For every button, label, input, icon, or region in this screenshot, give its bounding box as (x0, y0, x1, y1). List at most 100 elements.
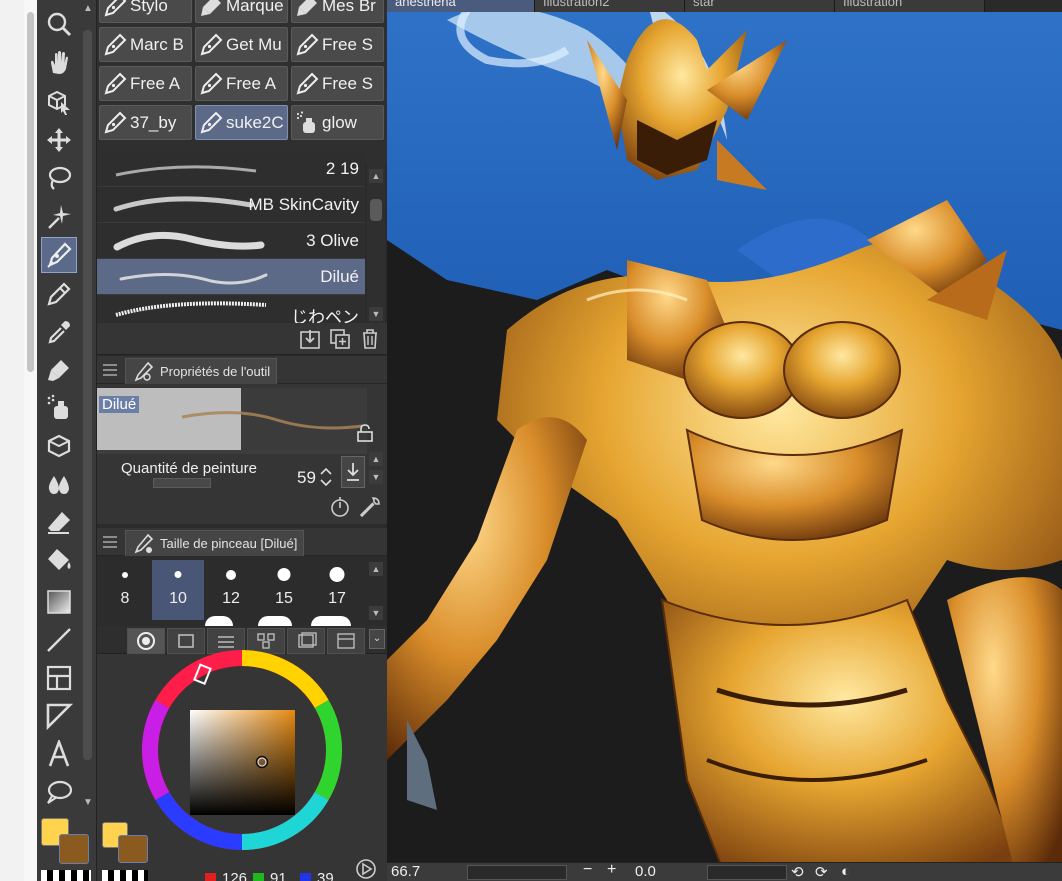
hand-icon[interactable] (41, 45, 77, 81)
drops-icon[interactable] (41, 466, 77, 502)
panel-transparent-swatch[interactable] (102, 870, 148, 881)
doc-tab-anesthena[interactable]: anesthena (387, 0, 535, 12)
red-value[interactable]: 126 (205, 870, 247, 881)
scroll-down-icon[interactable]: ▼ (369, 470, 383, 484)
zoom-slider[interactable] (467, 865, 567, 880)
brush-size-10[interactable]: 10 (152, 560, 204, 620)
pen-nib-icon[interactable] (41, 237, 77, 273)
subtool-button[interactable]: Free A (99, 66, 192, 101)
sub-tool-detail-icon[interactable] (329, 496, 351, 518)
artwork-canvas[interactable] (387, 0, 1062, 881)
brush-icon[interactable] (41, 352, 77, 388)
rotation-value[interactable]: 0.0 (635, 863, 656, 880)
panel-menu-icon[interactable] (103, 536, 117, 548)
rotate-left-icon[interactable]: ⟲ (791, 863, 804, 881)
zoom-out-icon[interactable]: − (583, 861, 592, 879)
scroll-up-icon[interactable]: ▲ (369, 562, 383, 576)
tool-palette-scroll-thumb[interactable] (83, 30, 92, 760)
sparkle-icon[interactable] (41, 198, 77, 234)
scroll-up-icon[interactable]: ▲ (369, 452, 383, 466)
tab-brush-size[interactable]: Taille de pinceau [Dilué] (125, 530, 305, 556)
bucket-icon[interactable] (41, 542, 77, 578)
eyedropper-icon[interactable] (41, 314, 77, 350)
rotate-right-icon[interactable]: ⟳ (815, 863, 828, 881)
brush-list-scroll-thumb[interactable] (370, 199, 382, 221)
brush-size-8[interactable]: 8 (99, 560, 151, 620)
box-icon[interactable] (41, 428, 77, 464)
brush-size-17[interactable]: 17 (311, 560, 363, 620)
doc-tab-star[interactable]: star (685, 0, 835, 12)
flip-icon[interactable]: ◐ (841, 863, 850, 880)
tab-tool-properties[interactable]: Propriétés de l'outil (125, 358, 278, 384)
tool-palette-scrollbar[interactable]: ▲ ▼ (81, 0, 95, 820)
outer-scrollbar[interactable] (24, 0, 37, 881)
subtool-button[interactable]: Mes Br (291, 0, 384, 23)
outer-scrollbar-thumb[interactable] (27, 12, 34, 372)
subtool-button[interactable]: Stylo (99, 0, 192, 23)
play-circle-icon[interactable] (355, 858, 377, 880)
brush-size-scrollbar[interactable]: ▲ ▼ (367, 560, 385, 622)
airbrush-icon[interactable] (41, 390, 77, 426)
doc-tab-illustration2[interactable]: Illustration2 (535, 0, 685, 12)
canvas-area[interactable]: anesthena Illustration2 star Illustratio… (387, 0, 1062, 881)
pencil-icon[interactable] (41, 276, 77, 312)
subtool-button[interactable]: Get Mu (195, 27, 288, 62)
brush-row-mb-skincavity[interactable]: MB SkinCavity (97, 187, 365, 223)
magnifier-icon[interactable] (41, 6, 77, 42)
scroll-up-icon[interactable]: ▲ (81, 2, 95, 16)
rotation-slider[interactable] (707, 865, 787, 880)
zoom-in-icon[interactable]: + (607, 861, 616, 879)
subtool-button[interactable]: Free A (195, 66, 288, 101)
scroll-down-icon[interactable]: ▼ (369, 606, 383, 620)
sub-color-swatch[interactable] (59, 834, 89, 864)
subtool-button[interactable]: Marque (195, 0, 288, 23)
frame-icon[interactable] (41, 660, 77, 696)
brush-size-15[interactable]: 15 (258, 560, 310, 620)
speech-balloon-icon[interactable] (41, 774, 77, 810)
brush-row-3-olive[interactable]: 3 Olive (97, 223, 365, 259)
transparent-color-swatch[interactable] (41, 870, 91, 881)
brush-row-dilue[interactable]: Dilué (97, 259, 365, 295)
lock-icon[interactable] (355, 424, 375, 442)
subtool-button[interactable]: 37_by (99, 105, 192, 140)
panel-menu-icon[interactable] (103, 364, 117, 376)
store-download-button[interactable] (341, 456, 365, 488)
props-scrollbar[interactable]: ▲ ▼ (367, 450, 385, 488)
blue-value[interactable]: 39 (300, 870, 334, 881)
subtool-button[interactable]: suke2C (195, 105, 288, 140)
subtool-button[interactable]: Free S (291, 66, 384, 101)
pen-nib-icon (196, 108, 226, 138)
subtool-label: Mes Br (322, 0, 376, 15)
zoom-value[interactable]: 66.7 (391, 863, 420, 880)
subtool-button[interactable]: Marc B (99, 27, 192, 62)
import-icon[interactable] (299, 328, 321, 350)
ruler-icon[interactable] (41, 698, 77, 734)
trash-icon[interactable] (359, 328, 381, 350)
gradient-icon[interactable] (41, 584, 77, 620)
move-arrows-icon[interactable] (41, 122, 77, 158)
duplicate-icon[interactable] (329, 328, 351, 350)
green-value[interactable]: 91 (253, 870, 287, 881)
eraser-icon[interactable] (41, 504, 77, 540)
paint-amount-slider[interactable] (153, 478, 211, 488)
panel-sub-color-swatch[interactable] (118, 835, 148, 863)
lasso-icon[interactable] (41, 160, 77, 196)
paint-amount-value[interactable]: 59 (297, 468, 316, 488)
doc-tab-illustration[interactable]: Illustration (835, 0, 985, 12)
scroll-up-icon[interactable]: ▲ (369, 169, 383, 183)
subtool-button[interactable]: glow (291, 105, 384, 140)
subtool-button[interactable]: Free S (291, 27, 384, 62)
scroll-down-icon[interactable]: ▼ (81, 796, 95, 810)
brush-list-scrollbar[interactable]: ▲ ▼ (367, 163, 385, 323)
hsv-color-wheel[interactable] (117, 640, 367, 860)
text-a-icon[interactable] (41, 736, 77, 772)
scroll-down-icon[interactable]: ▼ (369, 307, 383, 321)
spin-arrows-icon[interactable] (319, 466, 333, 488)
cube-cursor-icon[interactable] (41, 84, 77, 120)
brush-row-2-19[interactable]: 2 19 (97, 151, 365, 187)
chevron-down-icon[interactable]: ⌄ (369, 629, 385, 649)
brush-size-12[interactable]: 12 (205, 560, 257, 620)
wrench-icon[interactable] (359, 496, 381, 518)
brush-size-header: Taille de pinceau [Dilué] (97, 528, 387, 556)
line-icon[interactable] (41, 622, 77, 658)
